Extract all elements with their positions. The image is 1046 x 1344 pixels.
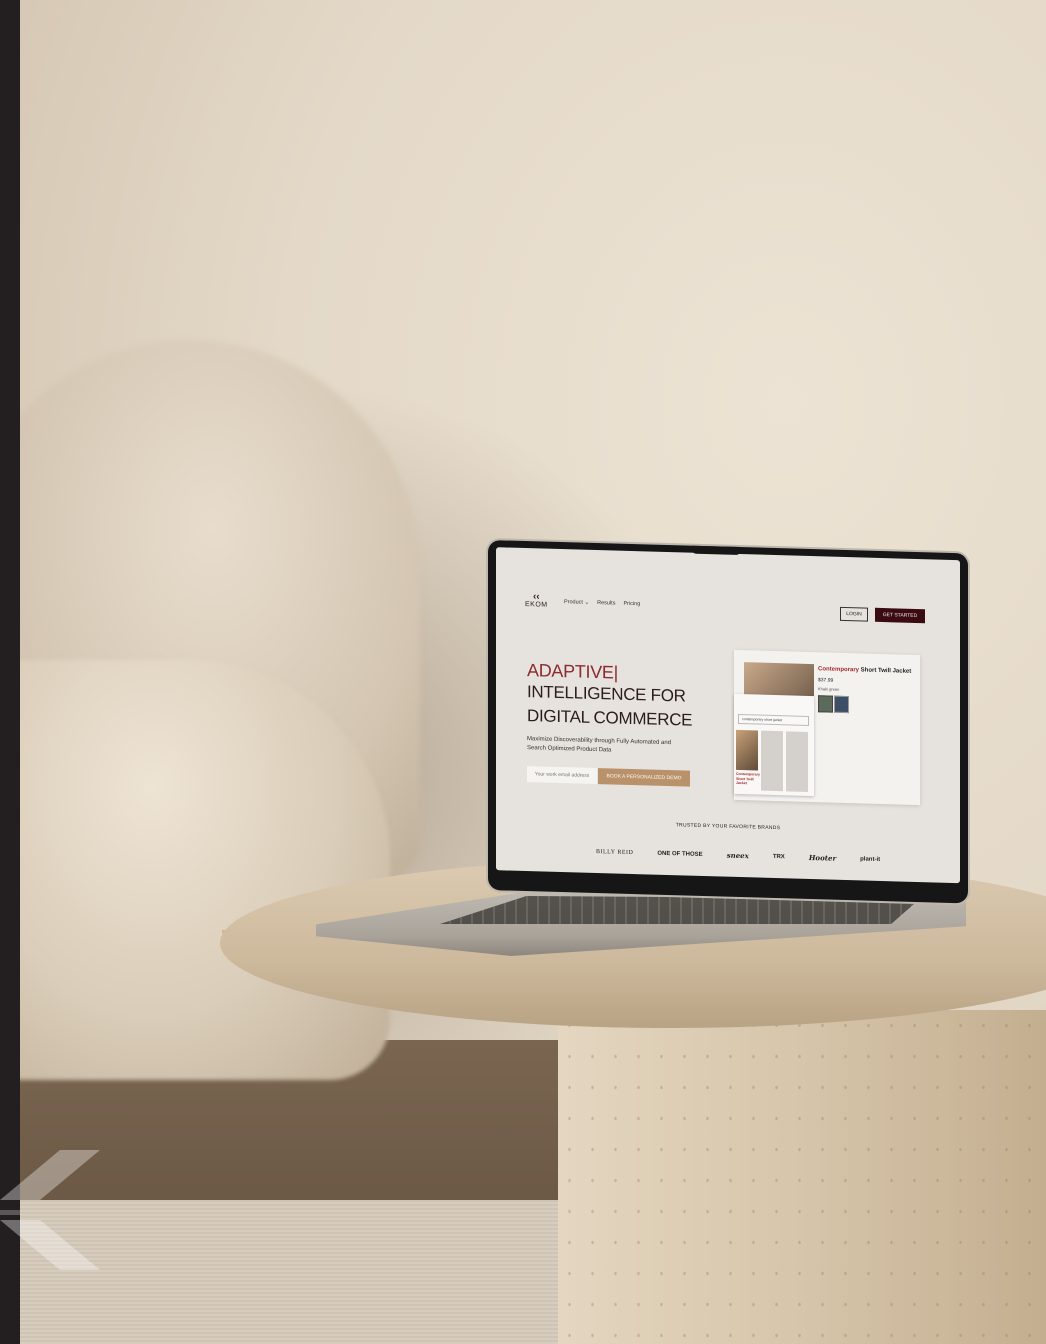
hero-title-line2: DIGITAL COMMERCE bbox=[527, 706, 693, 730]
search-results-overlay: contemporary short jacket Contemporary S… bbox=[734, 693, 814, 797]
armchair-seat bbox=[0, 660, 390, 1080]
trusted-heading: TRUSTED BY YOUR FAVORITE BRANDS bbox=[675, 822, 781, 832]
table-pedestal bbox=[558, 1010, 1046, 1344]
search-input[interactable]: contemporary short jacket bbox=[738, 713, 809, 726]
color-swatch-green[interactable] bbox=[818, 695, 833, 713]
brand-logos: BILLY REID ONE OF THOSE sneex TRX Hooter… bbox=[596, 847, 880, 864]
hero-accent-word: ADAPTIVE| bbox=[527, 660, 619, 683]
result-placeholder bbox=[786, 731, 808, 792]
result-placeholder bbox=[761, 730, 783, 792]
product-title: Contemporary Short Twill Jacket bbox=[818, 666, 911, 675]
result-label: Contemporary Short Twill Jacket bbox=[736, 771, 760, 786]
nav-item-pricing[interactable]: Pricing bbox=[623, 601, 640, 607]
laptop-notch bbox=[692, 545, 740, 556]
chevron-down-icon: ⌄ bbox=[584, 599, 590, 606]
login-button[interactable]: LOGIN bbox=[840, 606, 868, 622]
brand-logo-trx: TRX bbox=[772, 853, 785, 860]
brand-logo-one-of-those: ONE OF THOSE bbox=[657, 850, 703, 858]
brand-logo-hooter: Hooter bbox=[808, 852, 837, 863]
product-title-rest: Short Twill Jacket bbox=[859, 667, 912, 675]
hero-subtitle: Maximize Discoverability through Fully A… bbox=[527, 736, 672, 754]
nav-item-results[interactable]: Results bbox=[597, 600, 615, 607]
nav-product-label: Product bbox=[564, 599, 583, 606]
brand-logo-billy-reid: BILLY REID bbox=[596, 848, 634, 856]
laptop-screen: ‹‹ EKOM Product ⌄ Results Pricing LOGIN … bbox=[496, 547, 960, 884]
hero-title-line1: INTELLIGENCE FOR bbox=[527, 682, 686, 706]
ekom-watermark-icon bbox=[0, 1150, 100, 1270]
email-input[interactable]: Your work email address bbox=[527, 766, 597, 785]
get-started-button[interactable]: GET STARTED bbox=[875, 607, 925, 624]
brand-logo-sneex: sneex bbox=[726, 850, 749, 861]
nav-item-product[interactable]: Product ⌄ bbox=[564, 599, 589, 606]
laptop-lid: ‹‹ EKOM Product ⌄ Results Pricing LOGIN … bbox=[488, 540, 968, 904]
product-title-accent: Contemporary bbox=[818, 666, 860, 674]
brand-name: EKOM bbox=[525, 601, 548, 609]
product-demo-card: Contemporary Short Twill Jacket $37.99 K… bbox=[734, 649, 920, 806]
site-header: ‹‹ EKOM Product ⌄ Results Pricing LOGIN … bbox=[496, 547, 960, 624]
brand-logo[interactable]: ‹‹ EKOM bbox=[525, 591, 548, 609]
brand-logo-plant-it: plant-it bbox=[860, 855, 881, 863]
photo-scene: ‹‹ EKOM Product ⌄ Results Pricing LOGIN … bbox=[0, 0, 1046, 1344]
product-color-label: Khaki green bbox=[818, 686, 840, 692]
color-swatch-blue[interactable] bbox=[834, 695, 849, 714]
main-nav: Product ⌄ Results Pricing bbox=[564, 599, 640, 607]
product-price: $37.99 bbox=[818, 677, 834, 684]
book-demo-button[interactable]: BOOK A PERSONALIZED DEMO bbox=[598, 768, 690, 787]
result-image[interactable] bbox=[736, 729, 758, 771]
product-description bbox=[818, 720, 914, 723]
